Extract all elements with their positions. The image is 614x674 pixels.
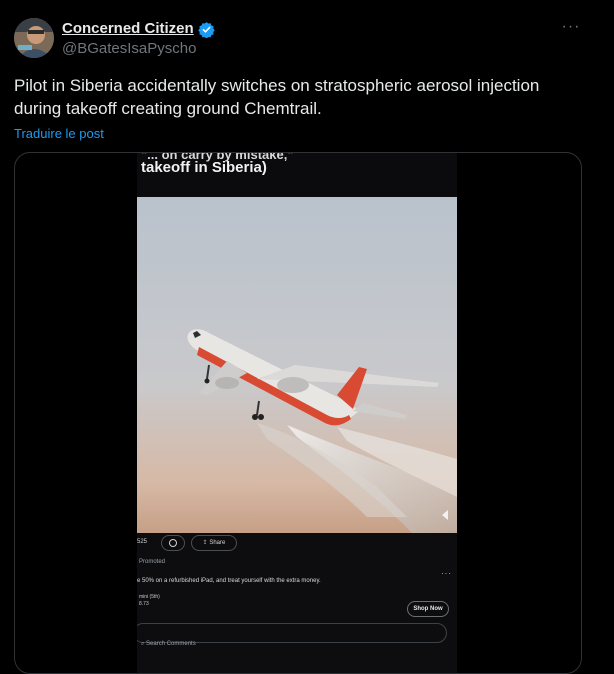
promoted-label: Promoted: [139, 559, 166, 565]
ad-product-name: mini (5th): [139, 594, 160, 600]
tweet: Concerned Citizen @BGatesIsaPyscho ··· P…: [0, 0, 614, 674]
verified-badge-icon: [198, 21, 215, 43]
comment-search-input[interactable]: [137, 623, 447, 643]
shop-now-button[interactable]: Shop Now: [407, 601, 449, 617]
ad-more-icon[interactable]: ···: [441, 569, 452, 578]
media-container[interactable]: "... on carry by mistake," takeoff in Si…: [14, 152, 582, 674]
avatar[interactable]: [14, 18, 54, 58]
reaction-count: 525: [137, 539, 148, 545]
share-button[interactable]: ⇪ Share: [191, 535, 237, 551]
tweet-text: Pilot in Siberia accidentally switches o…: [14, 76, 540, 118]
author-handle[interactable]: @BGatesIsaPyscho: [62, 40, 196, 57]
reaction-button[interactable]: [161, 535, 185, 551]
ad-price: 8.73: [139, 601, 149, 607]
more-options-icon[interactable]: ···: [560, 16, 582, 38]
video-frame[interactable]: "... on carry by mistake," takeoff in Si…: [137, 153, 457, 673]
author-display-name[interactable]: Concerned Citizen: [62, 20, 194, 37]
ad-text: e 50% on a refurbished iPad, and treat y…: [137, 578, 321, 584]
reaction-icon: [169, 539, 177, 547]
comment-search-placeholder: ⌕ Search Comments: [141, 641, 196, 647]
translate-post-link[interactable]: Traduire le post: [14, 126, 104, 141]
video-caption: takeoff in Siberia): [141, 159, 267, 176]
airplane-video[interactable]: [137, 197, 457, 533]
avatar-photo-icon: [14, 18, 54, 58]
